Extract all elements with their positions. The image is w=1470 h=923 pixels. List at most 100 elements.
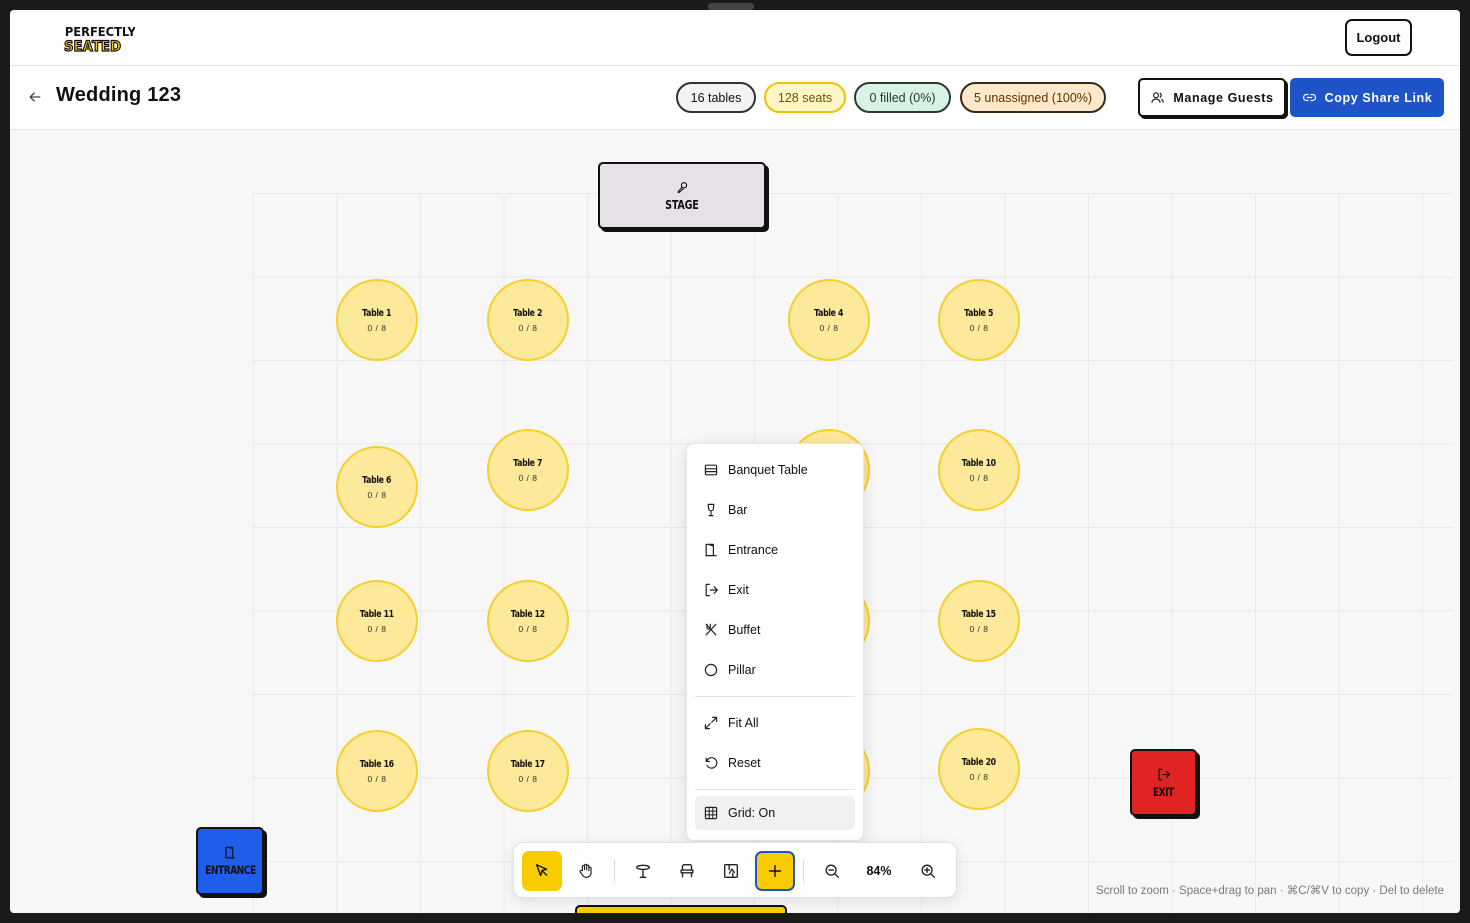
table-20[interactable]: Table 20 0 / 8 (938, 728, 1020, 810)
partial-element-bottom[interactable] (575, 905, 787, 913)
table-seat-count: 0 / 8 (367, 623, 387, 634)
menu-item-fit-all[interactable]: Fit All (695, 703, 855, 743)
floor-plan-icon (724, 864, 738, 878)
table-name: Table 20 (961, 756, 997, 768)
table-seat-count: 0 / 8 (518, 773, 538, 784)
menu-item-exit[interactable]: Exit (695, 570, 855, 610)
table-seat-count: 0 / 8 (518, 623, 538, 634)
table-6[interactable]: Table 6 0 / 8 (336, 446, 418, 528)
seating-canvas[interactable]: STAGE Table 1 0 / 8 Table 2 0 / 8 Table … (10, 131, 1460, 913)
menu-item-banquet-table[interactable]: Banquet Table (695, 450, 855, 490)
menu-item-label: Bar (728, 503, 748, 517)
entrance-element[interactable]: ENTRANCE (196, 827, 264, 895)
select-tool-button[interactable] (522, 851, 562, 891)
table-seat-count: 0 / 8 (518, 472, 538, 483)
window-notch (708, 3, 754, 10)
app-window: PERFECTLY SEATED Logout Wedding 123 16 t… (10, 10, 1460, 913)
table-name: Table 4 (814, 307, 844, 319)
zoom-in-icon (921, 864, 935, 878)
copy-share-link-button[interactable]: Copy Share Link (1290, 78, 1444, 117)
event-header: Wedding 123 16 tables 128 seats 0 filled… (10, 66, 1460, 130)
bar-icon (707, 503, 715, 517)
logout-button[interactable]: Logout (1345, 19, 1412, 56)
link-icon (1302, 93, 1316, 102)
canvas-toolbar: 84% (513, 842, 957, 898)
cursor-icon (535, 864, 548, 877)
menu-item-grid-toggle[interactable]: Grid: On (695, 796, 855, 830)
top-bar: PERFECTLY SEATED Logout (10, 10, 1460, 66)
round-table-icon (636, 864, 650, 878)
table-17[interactable]: Table 17 0 / 8 (487, 730, 569, 812)
menu-item-label: Fit All (728, 716, 759, 730)
table-name: Table 6 (362, 474, 392, 486)
table-seat-count: 0 / 8 (969, 472, 989, 483)
entrance-label: ENTRANCE (204, 863, 256, 877)
users-icon (1151, 92, 1165, 103)
seating-tool-button[interactable] (667, 851, 707, 891)
table-12[interactable]: Table 12 0 / 8 (487, 580, 569, 662)
menu-item-entrance[interactable]: Entrance (695, 530, 855, 570)
stage-label: STAGE (665, 197, 699, 212)
menu-item-label: Banquet Table (728, 463, 808, 477)
back-button[interactable] (24, 86, 46, 108)
menu-item-buffet[interactable]: Buffet (695, 610, 855, 650)
manage-guests-button[interactable]: Manage Guests (1138, 78, 1286, 117)
expand-icon (704, 716, 718, 730)
table-name: Table 1 (362, 307, 392, 319)
exit-element[interactable]: EXIT (1130, 749, 1197, 816)
menu-item-label: Reset (728, 756, 761, 770)
table-seat-count: 0 / 8 (969, 623, 989, 634)
table-10[interactable]: Table 10 0 / 8 (938, 429, 1020, 511)
table-7[interactable]: Table 7 0 / 8 (487, 429, 569, 511)
hand-icon (579, 863, 592, 878)
chair-icon (680, 864, 694, 878)
keyboard-hint: Scroll to zoom · Space+drag to pan · ⌘C/… (1095, 885, 1444, 897)
table-1[interactable]: Table 1 0 / 8 (336, 279, 418, 361)
entrance-icon (705, 543, 717, 557)
pillar-icon (704, 663, 718, 677)
exit-icon (1158, 768, 1171, 780)
stage-element[interactable]: STAGE (598, 162, 766, 229)
zoom-out-button[interactable] (812, 851, 852, 891)
table-4[interactable]: Table 4 0 / 8 (788, 279, 870, 361)
table-11[interactable]: Table 11 0 / 8 (336, 580, 418, 662)
exit-label: EXIT (1153, 784, 1174, 799)
floor-plan-tool-button[interactable] (711, 851, 751, 891)
table-name: Table 16 (359, 758, 395, 770)
table-name: Table 2 (513, 307, 543, 319)
zoom-in-button[interactable] (908, 851, 948, 891)
copy-share-link-label: Copy Share Link (1324, 90, 1433, 105)
unassigned-count-badge: 5 unassigned (100%) (960, 82, 1106, 113)
table-seat-count: 0 / 8 (367, 322, 387, 333)
table-seat-count: 0 / 8 (819, 322, 839, 333)
table-name: Table 17 (510, 758, 546, 770)
round-table-tool-button[interactable] (623, 851, 663, 891)
filled-count-badge: 0 filled (0%) (854, 82, 951, 113)
table-16[interactable]: Table 16 0 / 8 (336, 730, 418, 812)
tables-count-badge: 16 tables (676, 82, 756, 113)
svg-text:SEATED: SEATED (64, 39, 121, 55)
menu-divider (695, 696, 855, 697)
menu-item-pillar[interactable]: Pillar (695, 650, 855, 690)
exit-icon (705, 583, 718, 597)
menu-item-label: Pillar (728, 663, 756, 677)
rotate-ccw-icon (705, 757, 718, 769)
table-2[interactable]: Table 2 0 / 8 (487, 279, 569, 361)
manage-guests-label: Manage Guests (1173, 90, 1274, 105)
table-name: Table 11 (359, 608, 395, 620)
add-element-button[interactable] (755, 851, 795, 891)
menu-item-label: Entrance (728, 543, 779, 557)
microphone-icon (676, 181, 687, 193)
table-15[interactable]: Table 15 0 / 8 (938, 580, 1020, 662)
table-seat-count: 0 / 8 (969, 771, 989, 782)
banquet-table-icon (704, 464, 718, 476)
table-5[interactable]: Table 5 0 / 8 (938, 279, 1020, 361)
menu-item-reset[interactable]: Reset (695, 743, 855, 783)
plus-icon (768, 864, 782, 878)
menu-item-label: Buffet (728, 623, 761, 637)
buffet-icon (705, 623, 717, 636)
zoom-out-icon (825, 864, 839, 878)
table-seat-count: 0 / 8 (969, 322, 989, 333)
pan-tool-button[interactable] (566, 851, 606, 891)
menu-item-bar[interactable]: Bar (695, 490, 855, 530)
